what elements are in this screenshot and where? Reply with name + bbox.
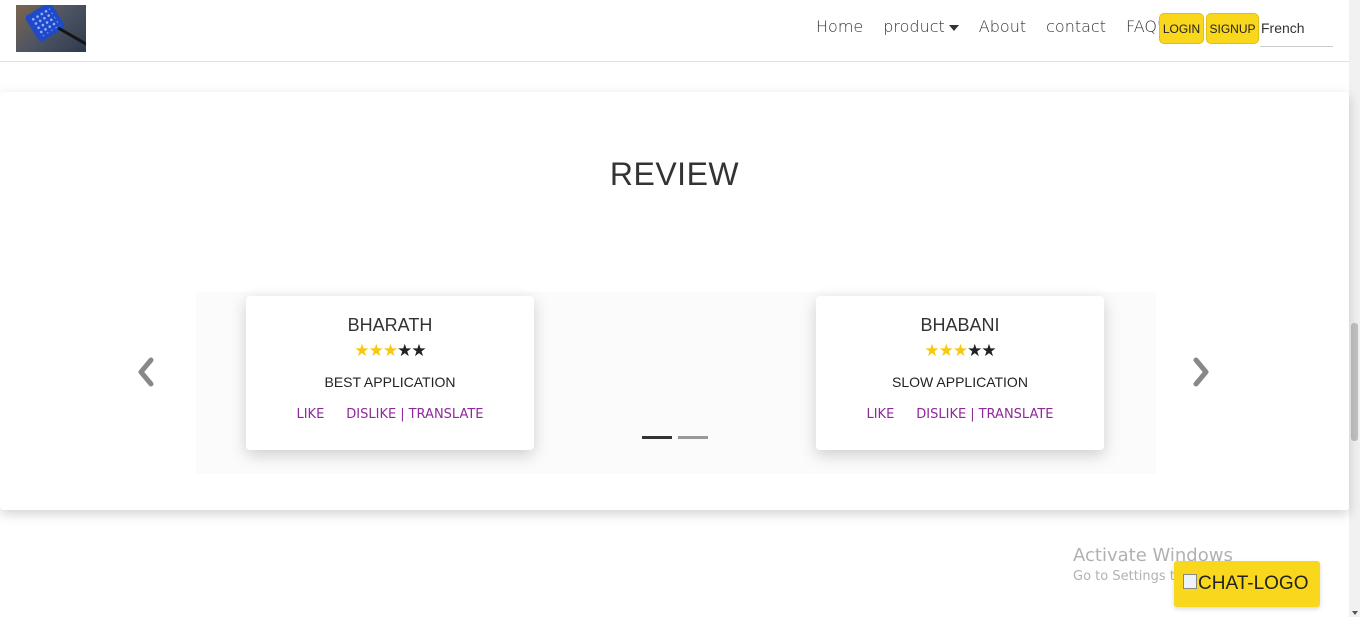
translate-link[interactable]: TRANSLATE (979, 407, 1054, 422)
caret-down-icon (948, 24, 959, 31)
language-select[interactable]: French (1260, 20, 1333, 47)
carousel-prev-icon[interactable] (134, 354, 158, 390)
signup-button[interactable]: SIGNUP (1206, 13, 1259, 44)
review-actions: LIKE DISLIKE | TRANSLATE (816, 407, 1104, 422)
star-filled-icon: ★ (354, 341, 369, 360)
pen-logo-graphic (57, 26, 86, 47)
login-button[interactable]: LOGIN (1159, 13, 1204, 44)
dislike-link[interactable]: DISLIKE (346, 407, 396, 422)
nav-about-link[interactable]: About (979, 17, 1026, 36)
carousel-indicator-1[interactable] (642, 436, 672, 439)
review-text: SLOW APPLICATION (892, 374, 1028, 390)
star-filled-icon: ★ (938, 341, 954, 360)
review-card: BHARATH ★★★★★ BEST APPLICATION LIKE DISLI… (246, 296, 534, 450)
scroll-down-arrow-icon[interactable] (1352, 611, 1358, 615)
star-filled-icon: ★ (952, 341, 968, 360)
action-separator: | (970, 407, 975, 422)
star-filled-icon: ★ (924, 341, 939, 360)
site-logo[interactable] (16, 5, 86, 52)
review-section: REVIEW BHARATH ★★★★★ BEST APPLICATION LI… (0, 92, 1349, 510)
star-empty-icon: ★ (967, 341, 982, 360)
star-empty-icon: ★ (411, 341, 426, 360)
reviewer-name: BHARATH (347, 315, 433, 335)
star-rating: ★★★★★ (246, 341, 534, 361)
action-separator: | (400, 407, 405, 422)
review-text: BEST APPLICATION (324, 374, 456, 390)
review-actions: LIKE DISLIKE | TRANSLATE (246, 407, 534, 422)
like-link[interactable]: LIKE (866, 407, 894, 422)
star-empty-icon: ★ (397, 341, 412, 360)
reviewer-name: BHABANI (920, 315, 1000, 335)
translate-link[interactable]: TRANSLATE (409, 407, 484, 422)
nav-contact-link[interactable]: contact (1046, 17, 1106, 36)
nav-home-link[interactable]: Home (816, 17, 863, 36)
page-scrollbar[interactable] (1349, 0, 1360, 617)
star-filled-icon: ★ (382, 341, 398, 360)
nav-links: Home product About contact FAQ's (816, 17, 1190, 36)
broken-image-icon (1183, 573, 1197, 589)
chat-logo-alt-text: CHAT-LOGO (1198, 573, 1309, 594)
navbar: Home product About contact FAQ's LOGIN S… (0, 0, 1349, 62)
review-title: REVIEW (609, 156, 740, 192)
star-empty-icon: ★ (981, 341, 996, 360)
star-rating: ★★★★★ (816, 341, 1104, 361)
carousel-indicator-2[interactable] (678, 436, 708, 439)
scrollbar-thumb[interactable] (1351, 323, 1358, 441)
star-filled-icon: ★ (368, 341, 384, 360)
like-link[interactable]: LIKE (296, 407, 324, 422)
dislike-link[interactable]: DISLIKE (916, 407, 966, 422)
nav-product-dropdown[interactable]: product (883, 17, 959, 36)
nav-product-label: product (883, 17, 945, 36)
chat-button[interactable]: CHAT-LOGO (1174, 561, 1320, 607)
keyboard-logo-graphic (24, 5, 66, 43)
carousel-next-icon[interactable] (1189, 354, 1213, 390)
review-card: BHABANI ★★★★★ SLOW APPLICATION LIKE DISLI… (816, 296, 1104, 450)
